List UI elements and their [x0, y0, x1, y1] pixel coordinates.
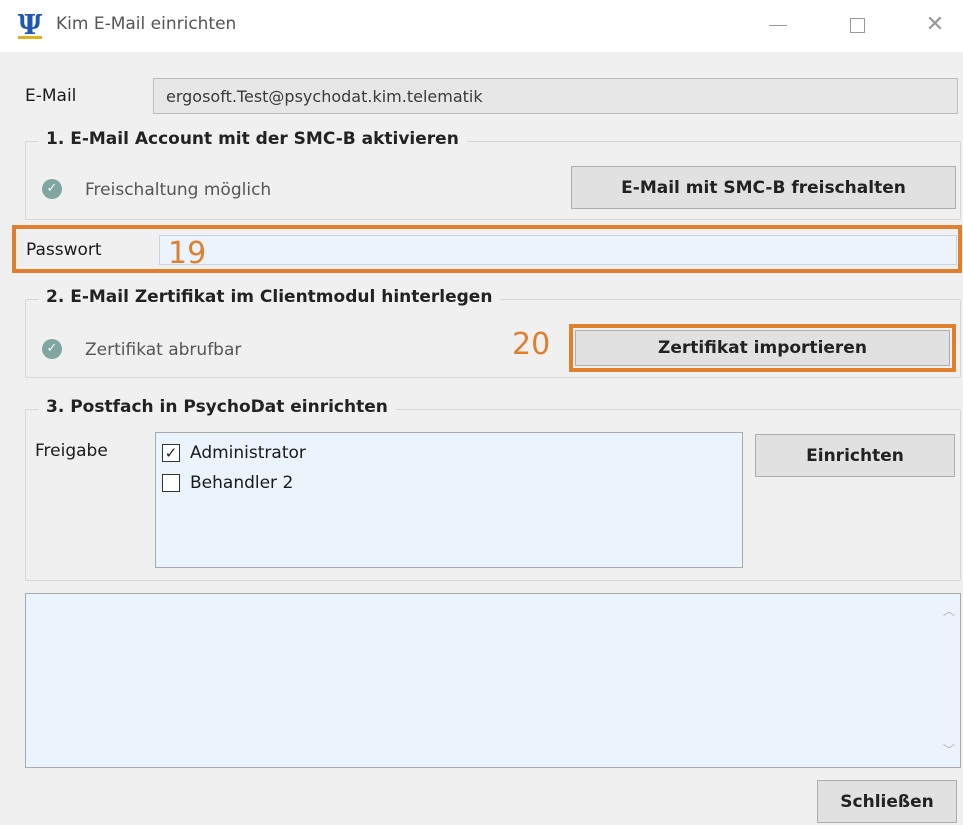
- list-item[interactable]: ✓ Administrator: [162, 441, 306, 465]
- share-label: Freigabe: [35, 441, 108, 461]
- vertical-scrollbar[interactable]: ︿ ﹀: [938, 594, 960, 767]
- check-icon: ✓: [42, 339, 62, 359]
- scroll-up-icon[interactable]: ︿: [938, 600, 960, 622]
- import-certificate-button[interactable]: Zertifikat importieren: [575, 330, 950, 366]
- import-certificate-highlight: Zertifikat importieren: [569, 324, 956, 372]
- log-textarea[interactable]: ︿ ﹀: [25, 593, 961, 768]
- setup-mailbox-button[interactable]: Einrichten: [755, 434, 955, 477]
- close-dialog-button[interactable]: Schließen: [817, 780, 957, 823]
- checkbox-behandler-2[interactable]: [162, 474, 180, 492]
- email-label: E-Mail: [25, 86, 77, 106]
- checkbox-administrator[interactable]: ✓: [162, 444, 180, 462]
- close-icon: ✕: [925, 12, 945, 37]
- activate-smcb-button[interactable]: E-Mail mit SMC-B freischalten: [571, 166, 956, 209]
- minimize-button[interactable]: [755, 6, 801, 44]
- dialog-window: Ψ Kim E-Mail einrichten ✕ E-Mail ergosof…: [0, 0, 963, 825]
- title-bar: Ψ Kim E-Mail einrichten ✕: [0, 0, 963, 52]
- maximize-icon: [849, 17, 865, 33]
- window-title: Kim E-Mail einrichten: [56, 14, 237, 34]
- share-list: ✓ Administrator Behandler 2: [155, 432, 743, 568]
- section-1-status: Freischaltung möglich: [85, 180, 272, 200]
- section-2-title: 2. E-Mail Zertifikat im Clientmodul hint…: [38, 287, 501, 307]
- minimize-icon: [769, 24, 787, 26]
- section-2-status: Zertifikat abrufbar: [85, 340, 242, 360]
- list-item-label: Behandler 2: [190, 473, 294, 493]
- password-input[interactable]: [159, 235, 957, 265]
- list-item[interactable]: Behandler 2: [162, 471, 293, 495]
- password-row-highlight: Passwort: [12, 225, 962, 273]
- maximize-button[interactable]: [834, 6, 880, 44]
- annotation-step-19: 19: [168, 236, 207, 271]
- annotation-step-20: 20: [512, 327, 551, 362]
- close-button[interactable]: ✕: [912, 6, 958, 44]
- scroll-down-icon[interactable]: ﹀: [938, 739, 960, 761]
- password-label: Passwort: [26, 240, 102, 260]
- app-icon: Ψ: [16, 12, 44, 40]
- email-field[interactable]: ergosoft.Test@psychodat.kim.telematik: [153, 78, 958, 114]
- section-1-title: 1. E-Mail Account mit der SMC-B aktivier…: [38, 129, 467, 149]
- section-3-title: 3. Postfach in PsychoDat einrichten: [38, 397, 396, 417]
- check-icon: ✓: [42, 179, 62, 199]
- list-item-label: Administrator: [190, 443, 306, 463]
